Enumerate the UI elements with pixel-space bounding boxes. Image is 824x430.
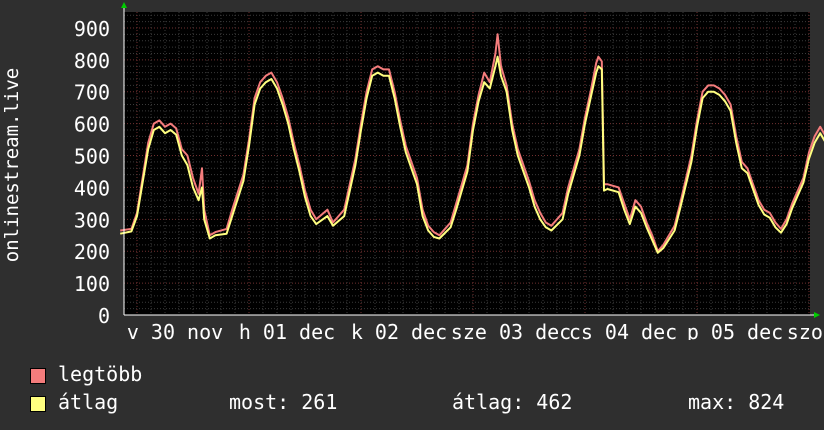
legend-label-avg: átlag: [58, 390, 119, 414]
y-tick-label: 400: [74, 176, 110, 200]
y-tick-label: 0: [98, 304, 110, 328]
legend-item-avg: átlag: [30, 390, 118, 414]
stat-average: átlag: 462: [452, 390, 573, 414]
x-tick-label: k 02 dec: [351, 320, 447, 340]
line-chart: 0 100 200 300 400 500 600 700 800 900 v 30 nov h 0…: [74, 2, 824, 340]
x-tick-label: h 01 dec: [239, 320, 335, 340]
x-axis-arrow-icon: [814, 312, 820, 318]
y-tick-label: 500: [74, 145, 110, 169]
y-tick-label: 600: [74, 113, 110, 137]
legend-label-max: legtöbb: [58, 362, 143, 386]
legend-item-max: legtöbb: [30, 362, 142, 386]
legend-swatch-max: [30, 367, 46, 384]
x-tick-label: szo 06 dec: [787, 320, 824, 340]
stat-current: most: 261: [229, 390, 338, 414]
y-tick-label: 900: [74, 17, 110, 41]
y-tick-label: 700: [74, 81, 110, 105]
y-tick-label: 200: [74, 240, 110, 264]
y-tick-labels: 0 100 200 300 400 500 600 700 800 900: [74, 17, 110, 328]
y-tick-label: 800: [74, 49, 110, 73]
x-tick-labels: v 30 nov h 01 dec k 02 dec sze 03 deccs 04 …: [127, 320, 824, 340]
x-tick-label: p 05 dec: [687, 320, 783, 340]
x-tick-label: cs 04 dec: [569, 320, 677, 340]
y-tick-label: 100: [74, 272, 110, 296]
x-tick-label: v 30 nov: [127, 320, 223, 340]
y-axis-label: onlinestream.live: [1, 67, 23, 263]
x-tick-label: sze 03 dec: [451, 320, 571, 340]
legend-swatch-avg: [30, 395, 46, 412]
y-tick-label: 300: [74, 208, 110, 232]
stat-maximum: max: 824: [688, 390, 785, 414]
y-axis-arrow-icon: [121, 2, 127, 8]
